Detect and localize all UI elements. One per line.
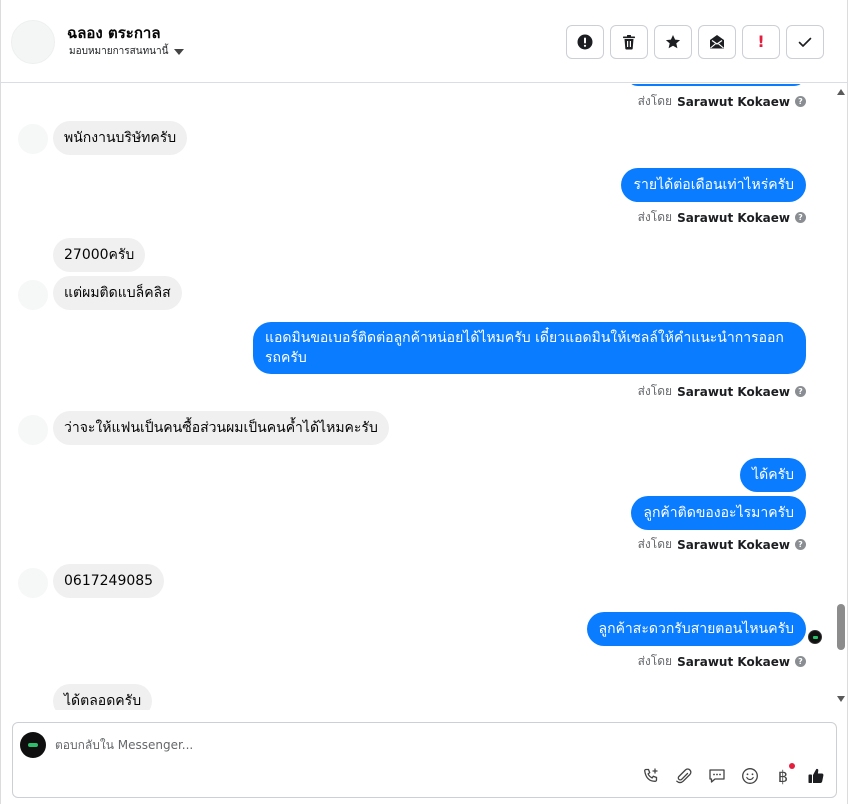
sent-by-agent[interactable]: Sarawut Kokaew [677,95,790,109]
baht-icon: ฿ [777,766,789,786]
sent-by-prefix: ส่งโดย [637,384,673,398]
message-bubble-out: รายได้ต่อเดือนเท่าไหร่ครับ [621,168,806,202]
contact-avatar[interactable] [11,20,55,64]
help-icon[interactable]: ? [795,212,806,223]
conversation-header: ฉลอง ตระกาล มอบหมายการสนทนานี้ ! [1,0,847,83]
mail-icon [710,35,724,49]
sent-by-label: ส่งโดย Sarawut Kokaew? [638,652,806,671]
contact-name[interactable]: ฉลอง ตระกาล [67,21,161,45]
message-bubble-out-partial [626,84,806,86]
sent-by-agent[interactable]: Sarawut Kokaew [677,385,790,399]
conversation-panel: ฉลอง ตระกาล มอบหมายการสนทนานี้ ! ส่งโดย … [0,0,848,804]
exclamation-icon: ! [757,32,765,51]
assign-label: มอบหมายการสนทนานี้ [69,46,169,57]
emoji-tool[interactable] [740,766,760,786]
sent-by-prefix: ส่งโดย [637,537,673,551]
sent-by-label: ส่งโดย Sarawut Kokaew? [638,382,806,401]
help-icon[interactable]: ? [795,656,806,667]
scroll-down-arrow[interactable] [837,696,845,702]
reply-input[interactable] [55,735,655,755]
help-icon[interactable]: ? [795,539,806,550]
help-icon[interactable]: ? [795,96,806,107]
attach-tool[interactable] [674,766,694,786]
delete-button[interactable] [610,25,648,59]
chat-dots-icon [709,769,725,783]
header-actions: ! [566,25,824,59]
message-bubble-in: แต่ผมติดแบล็คลิส [53,276,182,310]
composer-tools: ฿ [641,763,826,786]
payment-tool[interactable]: ฿ [773,763,795,786]
call-tool[interactable] [641,766,661,786]
page-avatar [20,732,46,758]
sender-avatar [18,124,48,154]
message-bubble-in: 0617249085 [53,564,165,598]
message-bubble-in: ได้ตลอดครับ [53,684,153,710]
message-bubble-out: แอดมินขอเบอร์ติดต่อลูกค้าหน่อยได้ไหมครับ… [253,322,806,374]
message-bubble-in: พนักงานบริษัทครับ [53,121,188,155]
follow-up-button[interactable]: ! [742,25,780,59]
message-bubble-out: ลูกค้าติดของอะไรมาครับ [631,496,806,530]
sent-by-prefix: ส่งโดย [637,654,673,668]
scroll-up-arrow[interactable] [837,89,845,95]
like-tool[interactable] [806,766,826,786]
trash-icon [623,35,635,50]
exclamation-circle-icon [577,34,593,50]
reply-composer: ฿ [12,722,837,798]
message-bubble-in: ว่าจะให้แฟนเป็นคนซื้อส่วนผมเป็นคนค้ำได้ไ… [53,411,389,445]
message-bubble-out: ได้ครับ [740,458,806,492]
star-button[interactable] [654,25,692,59]
sent-by-agent[interactable]: Sarawut Kokaew [677,538,790,552]
sent-by-label: ส่งโดย Sarawut Kokaew? [638,535,806,554]
saved-replies-tool[interactable] [707,766,727,786]
sent-by-agent[interactable]: Sarawut Kokaew [677,211,790,225]
smiley-icon [742,768,758,784]
assign-conversation-dropdown[interactable]: มอบหมายการสนทนานี้ [69,44,185,59]
sender-avatar [18,415,48,445]
notification-dot [789,763,795,769]
message-bubble-in: 27000ครับ [53,238,146,272]
scrollbar-thumb[interactable] [837,604,845,650]
spam-button[interactable] [566,25,604,59]
help-icon[interactable]: ? [795,386,806,397]
mark-unread-button[interactable] [698,25,736,59]
sender-avatar [18,568,48,598]
phone-plus-icon [644,768,658,782]
sent-by-prefix: ส่งโดย [637,94,673,108]
paperclip-icon [676,768,692,784]
message-bubble-out: ลูกค้าสะดวกรับสายตอนไหนครับ [586,612,806,646]
caret-down-icon [174,48,185,55]
sent-by-label: ส่งโดย Sarawut Kokaew? [638,208,806,227]
message-thread[interactable]: ส่งโดย Sarawut Kokaew? พนักงานบริษัทครับ … [1,84,835,710]
sent-by-label: ส่งโดย Sarawut Kokaew? [638,92,806,111]
sent-by-agent[interactable]: Sarawut Kokaew [677,655,790,669]
thumbs-up-icon [808,768,824,783]
check-icon [798,37,812,47]
sent-by-prefix: ส่งโดย [637,210,673,224]
read-receipt-avatar [808,630,822,644]
star-icon [665,35,681,49]
sender-avatar [18,280,48,310]
done-button[interactable] [786,25,824,59]
